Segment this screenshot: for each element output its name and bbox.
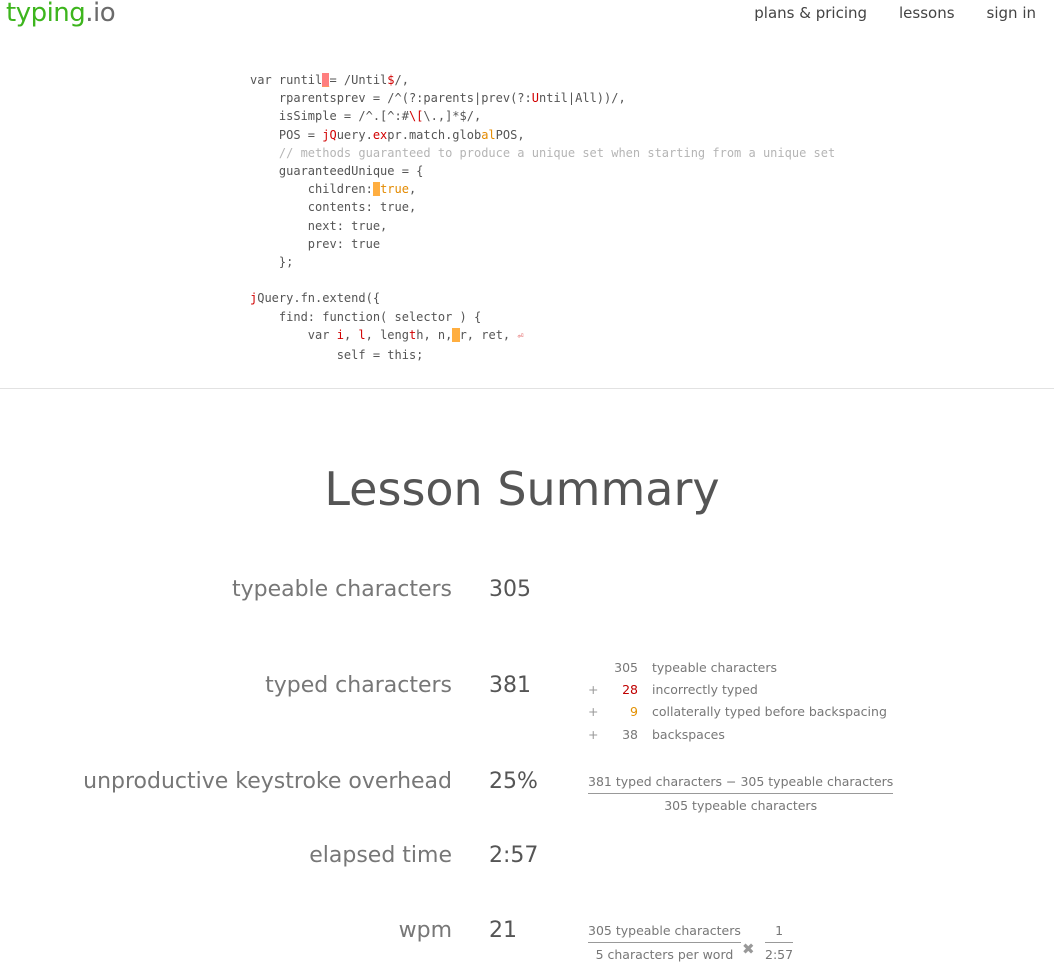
wpm-fraction-chars: 305 typeable characters 5 characters per… <box>588 923 741 962</box>
lesson-code[interactable]: var runtil_= /Until$/, rparentsprev = /^… <box>250 71 835 364</box>
cursor-mark: _ <box>372 182 381 197</box>
overhead-value: 25% <box>489 769 538 794</box>
code-line: }; <box>250 255 294 270</box>
return-icon: ⏎ <box>517 330 524 342</box>
overhead-formula: 381 typed characters − 305 typeable char… <box>588 774 894 813</box>
nav-plans-pricing[interactable]: plans & pricing <box>754 4 867 22</box>
section-divider <box>0 388 1054 389</box>
wpm-numerator: 305 typeable characters <box>588 923 741 943</box>
breakdown-row: +28 incorrectly typed <box>588 682 758 698</box>
nav-sign-in[interactable]: sign in <box>987 4 1036 22</box>
typeable-value: 305 <box>489 577 531 602</box>
code-line: var runtil_= /Until$/, <box>250 73 409 87</box>
top-nav: plans & pricing lessons sign in <box>754 4 1036 22</box>
logo-main: typing <box>6 0 86 28</box>
code-line: isSimple = /^.[^:#\[\.,]*$/, <box>250 109 482 124</box>
code-line: var i, l, length, n,_r, ret, ⏎ <box>250 327 524 342</box>
nav-lessons[interactable]: lessons <box>899 4 955 22</box>
time-numerator: 1 <box>765 923 794 943</box>
breakdown-row: +38 backspaces <box>588 726 725 742</box>
typed-value: 381 <box>489 673 531 698</box>
code-line: rparentsprev = /^(?:parents|prev(?:Until… <box>250 91 626 106</box>
code-line: self = this; <box>250 348 424 363</box>
typed-breakdown: 305 typeable characters +28 incorrectly ty… <box>588 656 887 746</box>
code-line: prev: true <box>250 236 381 251</box>
code-line: contents: true, <box>250 200 417 215</box>
logo[interactable]: typing.io <box>6 0 116 28</box>
overhead-numerator: 381 typed characters − 305 typeable char… <box>588 774 894 794</box>
wpm-fraction-time: 1 2:57 <box>765 923 794 962</box>
typeable-label: typeable characters <box>231 577 452 602</box>
elapsed-label: elapsed time <box>309 843 452 868</box>
code-comment: // methods guaranteed to produce a uniqu… <box>250 145 836 160</box>
code-line: jQuery.fn.extend({ <box>250 291 381 306</box>
page-title: Lesson Summary <box>324 462 720 516</box>
logo-suffix: .io <box>85 0 116 28</box>
code-line: find: function( selector ) { <box>250 309 482 324</box>
elapsed-value: 2:57 <box>489 843 539 868</box>
overhead-denominator: 305 typeable characters <box>664 798 818 813</box>
code-line: children:_true, <box>250 182 417 197</box>
code-line: POS = jQuery.expr.match.globalPOS, <box>250 127 525 142</box>
breakdown-row: +9 collaterally typed before backspacing <box>588 704 887 720</box>
code-line: next: true, <box>250 218 388 233</box>
wpm-label: wpm <box>398 918 452 943</box>
cursor-mark: _ <box>452 327 460 342</box>
breakdown-row: 305 typeable characters <box>614 659 778 675</box>
multiply-icon: ✖ <box>742 940 755 958</box>
time-denominator: 2:57 <box>765 947 794 962</box>
code-line: guaranteedUnique = { <box>250 164 424 179</box>
overhead-label: unproductive keystroke overhead <box>83 769 452 794</box>
typed-label: typed characters <box>265 673 452 698</box>
wpm-denominator: 5 characters per word <box>595 947 734 962</box>
wpm-value: 21 <box>489 918 517 943</box>
